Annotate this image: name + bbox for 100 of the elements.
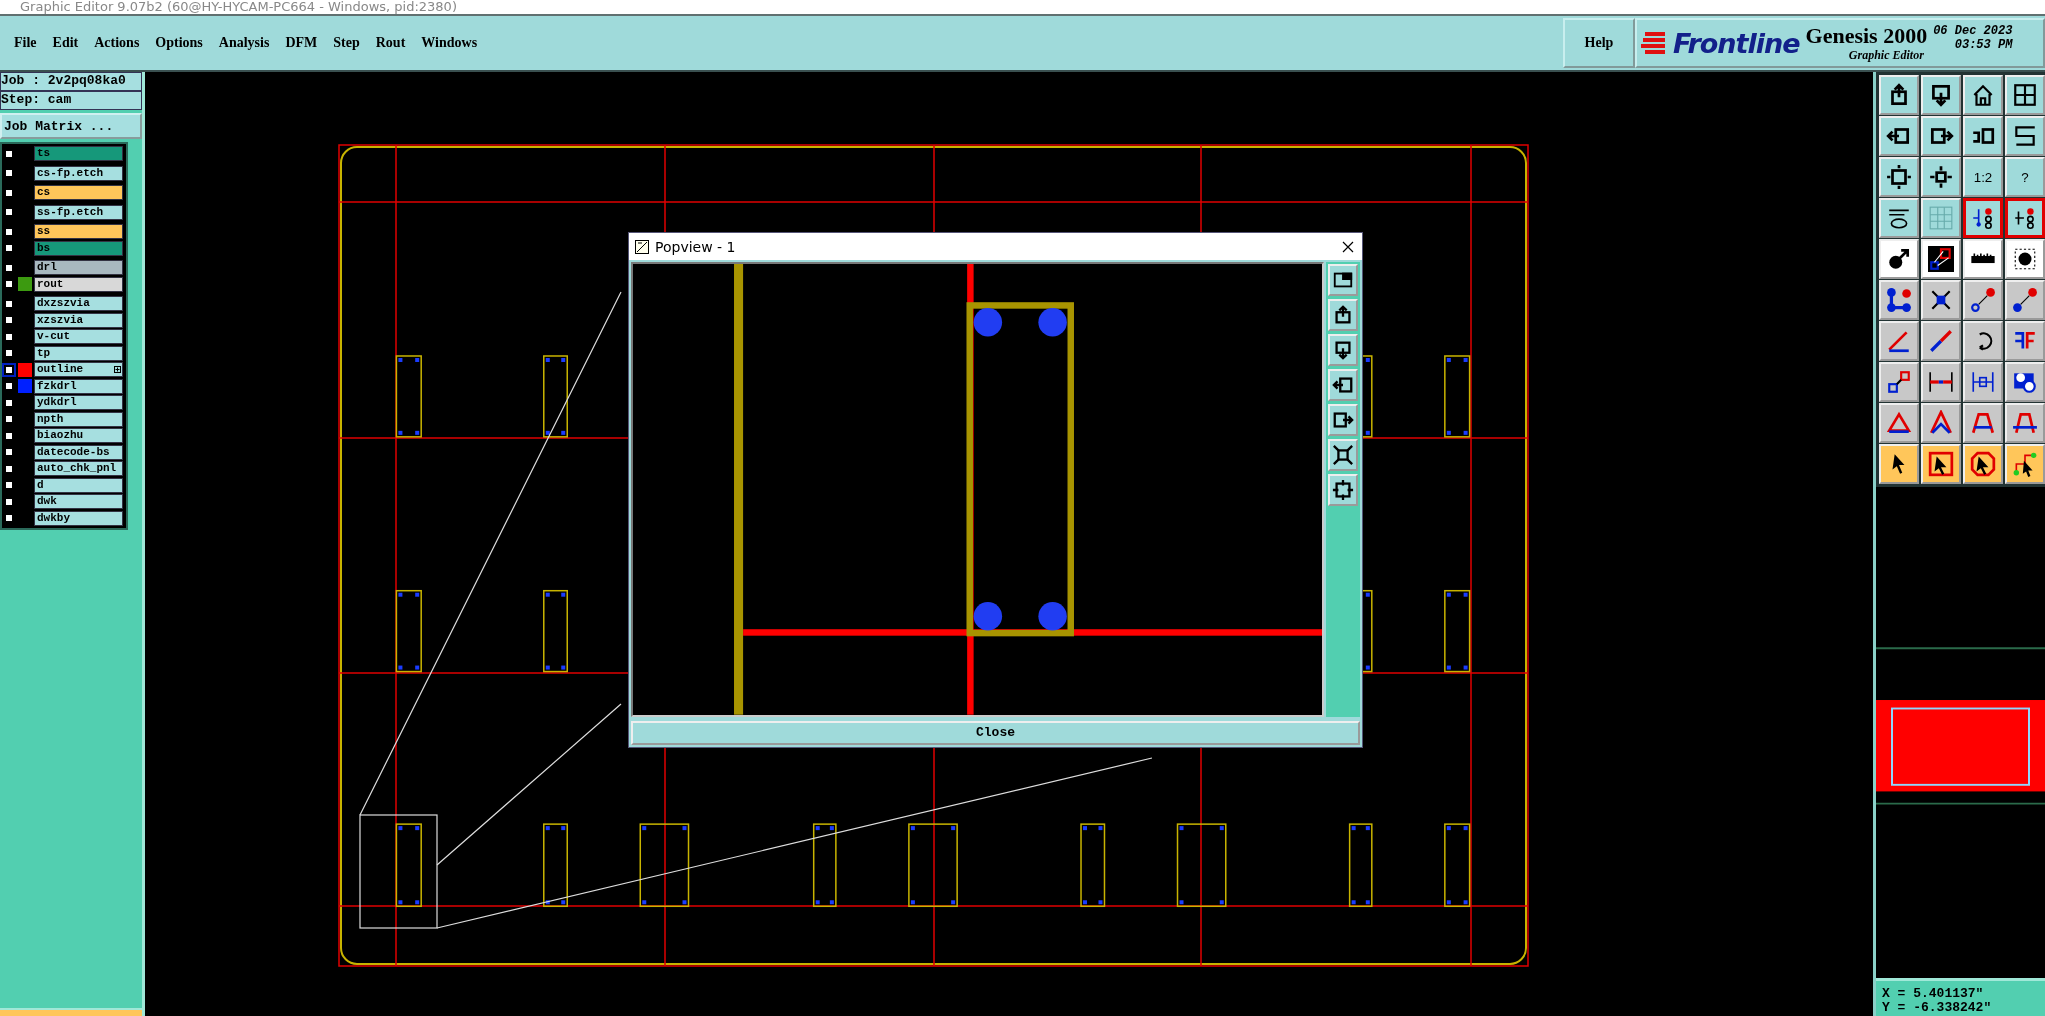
layer-checkbox[interactable] bbox=[4, 348, 14, 359]
layer-name[interactable]: xzszvia bbox=[34, 312, 123, 328]
menu-item[interactable]: Edit bbox=[44, 35, 87, 51]
tool-button[interactable]: ? bbox=[2005, 157, 2045, 197]
layer-name[interactable]: d bbox=[34, 477, 123, 493]
layer-label: rout bbox=[37, 277, 64, 291]
layer-label: d bbox=[37, 478, 44, 492]
cursor-path-icon bbox=[2012, 451, 2038, 477]
connected-dots-icon bbox=[1886, 287, 1912, 313]
layer-checkbox[interactable] bbox=[4, 480, 14, 491]
layer-checkbox[interactable] bbox=[4, 496, 14, 507]
menu-item[interactable]: File bbox=[6, 35, 45, 51]
menu-item[interactable]: Options bbox=[147, 35, 211, 51]
popview-tool-button[interactable] bbox=[1328, 334, 1358, 367]
layer-name[interactable]: ss bbox=[34, 224, 123, 240]
chevron-icon bbox=[1928, 410, 1954, 436]
layer-checkbox[interactable] bbox=[4, 430, 14, 441]
layer-name[interactable]: v-cut bbox=[34, 329, 123, 345]
popview-tool-button[interactable] bbox=[1328, 264, 1358, 297]
menu-item[interactable]: Rout bbox=[367, 35, 414, 51]
layer-name[interactable]: bs bbox=[34, 240, 123, 256]
grid-window-icon bbox=[2012, 82, 2038, 108]
window-title: Graphic Editor 9.07b2 (60@HY-HYCAM-PC664 - Windows, pid:2380) bbox=[20, 0, 457, 14]
layer-checkbox[interactable] bbox=[4, 279, 14, 290]
layer-checkbox[interactable] bbox=[4, 381, 14, 392]
tool-button[interactable] bbox=[2005, 198, 2045, 238]
job-matrix-button[interactable]: Job Matrix ... bbox=[0, 113, 142, 139]
layer-checkbox[interactable] bbox=[4, 397, 14, 408]
layer-checkbox[interactable] bbox=[4, 226, 14, 237]
layer-label: fzkdrl bbox=[37, 379, 77, 393]
layer-name[interactable]: drl bbox=[34, 260, 123, 276]
trapezoid-icon bbox=[1970, 410, 1996, 436]
dot-arrow-icon bbox=[1970, 287, 1996, 313]
menu-item[interactable]: Analysis bbox=[210, 35, 278, 51]
layer-name[interactable]: biaozhu bbox=[34, 428, 123, 444]
diagonal-line-icon bbox=[1928, 328, 1954, 354]
menu-item[interactable]: Windows bbox=[413, 35, 486, 51]
layer-name[interactable]: cs-fp.etch bbox=[34, 165, 123, 181]
layer-checkbox[interactable] bbox=[4, 298, 14, 309]
help-menu-button[interactable]: Help bbox=[1563, 18, 1635, 68]
layer-name[interactable]: npth bbox=[34, 411, 123, 427]
layer-name[interactable]: ydkdrl bbox=[34, 395, 123, 411]
menu-item[interactable]: Actions bbox=[86, 35, 148, 51]
trapezoid-cross-icon bbox=[2012, 410, 2038, 436]
popview-tool-button[interactable] bbox=[1328, 299, 1358, 332]
tool-button[interactable]: 1:2 bbox=[1963, 157, 2003, 197]
layer-label: xzszvia bbox=[37, 313, 84, 327]
grid-icon bbox=[1928, 205, 1954, 231]
layer-label: ss-fp.etch bbox=[37, 205, 103, 219]
popview-tool-button[interactable] bbox=[1328, 474, 1358, 507]
layer-name[interactable]: dwkby bbox=[34, 510, 123, 526]
layer-checkbox[interactable] bbox=[4, 315, 14, 326]
layer-name[interactable]: rout bbox=[34, 276, 123, 292]
tool-button[interactable] bbox=[1963, 198, 2003, 238]
layer-label: ts bbox=[37, 147, 51, 161]
menu-item[interactable]: DFM bbox=[277, 35, 326, 51]
app-icon bbox=[635, 239, 649, 254]
frontline-logo: Frontline bbox=[1673, 27, 1800, 59]
layer-checkbox[interactable] bbox=[4, 463, 14, 474]
layer-name[interactable]: outline bbox=[34, 362, 123, 378]
layer-label: auto_chk_pnl bbox=[37, 462, 117, 476]
layer-checkbox[interactable] bbox=[4, 447, 14, 458]
layer-name[interactable]: ts bbox=[34, 146, 123, 162]
popview-tool-button[interactable] bbox=[1328, 369, 1358, 402]
layer-name[interactable]: auto_chk_pnl bbox=[34, 461, 123, 477]
layer-checkbox[interactable] bbox=[4, 168, 14, 179]
product-subtitle: Graphic Editor bbox=[1847, 47, 1924, 63]
pad-arrow-icon bbox=[1886, 246, 1912, 272]
layer-label: cs bbox=[37, 186, 51, 200]
layer-label: ss bbox=[37, 225, 51, 239]
layer-checkbox[interactable] bbox=[4, 207, 14, 218]
shrink-box-icon bbox=[1332, 444, 1354, 467]
layer-checkbox[interactable] bbox=[4, 513, 14, 524]
expand-box-icon[interactable] bbox=[114, 366, 121, 374]
popview-tool-button[interactable] bbox=[1328, 404, 1358, 437]
layer-checkbox[interactable] bbox=[4, 414, 14, 425]
dimension-icon bbox=[1970, 369, 1996, 395]
squares-arrow-icon bbox=[1886, 369, 1912, 395]
date-text: 06 Dec 2023 bbox=[1933, 24, 2013, 38]
layer-name[interactable]: tp bbox=[34, 345, 123, 361]
layer-checkbox[interactable] bbox=[4, 243, 14, 254]
layer-checkbox[interactable] bbox=[4, 187, 14, 198]
menu-item[interactable]: Step bbox=[325, 35, 368, 51]
close-button[interactable]: Close bbox=[631, 720, 1360, 745]
layer-checkbox[interactable] bbox=[4, 331, 14, 342]
layer-name[interactable]: dxzszvia bbox=[34, 296, 123, 312]
popview-tool-button[interactable] bbox=[1328, 439, 1358, 472]
layer-name[interactable]: ss-fp.etch bbox=[34, 204, 123, 220]
layer-checkbox[interactable] bbox=[4, 262, 14, 273]
shrink-box-icon bbox=[1928, 164, 1954, 190]
time-text: 03:53 PM bbox=[1954, 38, 2013, 52]
triangle-icon bbox=[1886, 410, 1912, 436]
layer-name[interactable]: datecode-bs bbox=[34, 444, 123, 460]
layer-name[interactable]: cs bbox=[34, 185, 123, 201]
layer-name[interactable]: dwk bbox=[34, 494, 123, 510]
layer-checkbox[interactable] bbox=[4, 148, 14, 159]
layer-name[interactable]: fzkdrl bbox=[34, 378, 123, 394]
y-coordinate: Y = -6.338242" bbox=[1882, 1001, 1993, 1015]
layer-label: dwkby bbox=[37, 511, 70, 525]
layer-label: outline bbox=[37, 363, 84, 377]
